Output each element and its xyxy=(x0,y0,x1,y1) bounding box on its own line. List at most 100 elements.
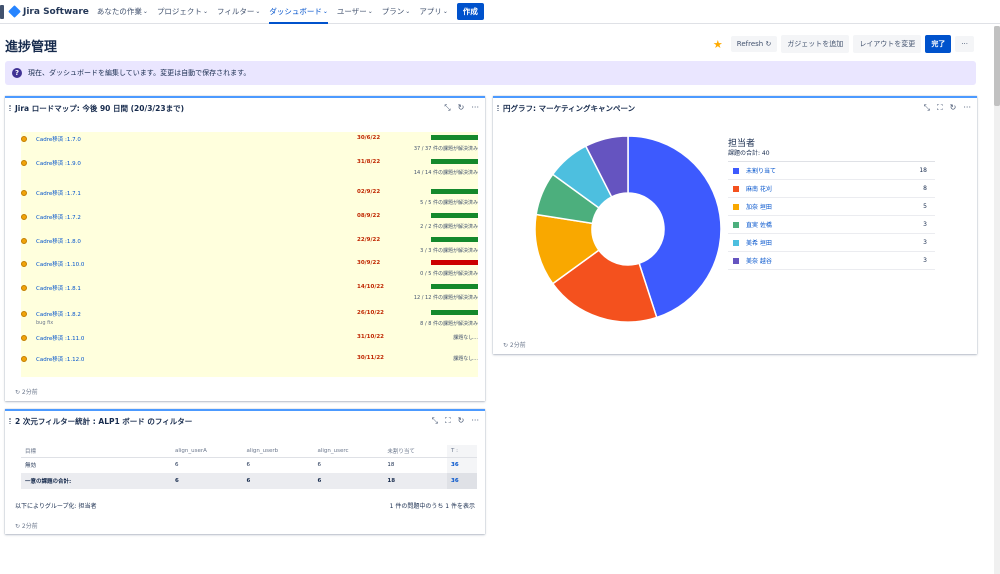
version-link[interactable]: Cadre移済 :1.10.0 xyxy=(36,260,84,268)
more-icon[interactable]: ··· xyxy=(471,103,479,113)
edit-mode-banner: ? 現在、ダッシュボードを編集しています。変更は自動で保存されます。 xyxy=(5,61,976,85)
roadmap-row: Cadre移済 :1.8.1 14/10/22 12 / 12 件の課題が解決済み xyxy=(21,283,478,305)
jira-logo[interactable]: Jira Software xyxy=(8,5,89,18)
chevron-down-icon: ⌄ xyxy=(202,8,208,15)
table-cell: 6 xyxy=(171,473,243,489)
version-link[interactable]: Cadre移済 :1.7.1 xyxy=(36,189,81,197)
nav-your-work[interactable]: あなたの作業 ⌄ xyxy=(97,0,148,24)
legend-label[interactable]: 美希 垣田 xyxy=(746,238,772,247)
nav-label: フィルター xyxy=(216,7,255,16)
star-icon[interactable]: ★ xyxy=(713,38,723,51)
legend-table: 未割り当て 18 麻南 花刈 8 加奈 垣田 5 直実 佐橋 3 美希 垣田 3 美奈 越谷 3 xyxy=(728,161,935,270)
roadmap-row: Cadre移済 :1.7.2 08/9/22 2 / 2 件の課題が解決済み xyxy=(21,212,478,234)
maximize-icon[interactable]: ⛶ xyxy=(445,416,451,426)
nav-label: ユーザー xyxy=(336,7,367,16)
more-icon[interactable]: ··· xyxy=(963,103,971,113)
progress-bar xyxy=(431,135,478,140)
header-actions: ★ Refresh ↻ ガジェットを追加 レイアウトを変更 完了 ··· xyxy=(713,35,974,53)
version-link[interactable]: Cadre移済 :1.11.0 xyxy=(36,334,84,342)
table-cell[interactable]: 18 xyxy=(383,457,447,473)
legend-label[interactable]: 未割り当て xyxy=(746,166,776,175)
version-link[interactable]: Cadre移済 :1.7.2 xyxy=(36,213,81,221)
issue-status: 37 / 37 件の課題が解決済み xyxy=(413,146,478,152)
scrollbar-thumb[interactable] xyxy=(994,26,1000,106)
column-header[interactable]: T : xyxy=(447,445,477,458)
release-date: 14/10/22 xyxy=(357,284,384,290)
refresh-icon[interactable]: ↻ xyxy=(458,416,465,426)
version-link[interactable]: Cadre移済 :1.8.0 xyxy=(36,237,81,245)
refresh-button[interactable]: Refresh ↻ xyxy=(730,36,778,52)
progress-bar xyxy=(431,159,478,164)
version-link[interactable]: Cadre移済 :1.12.0 xyxy=(36,355,84,363)
gadget-tools: ⤡ ⛶ ↻ ··· xyxy=(432,416,479,426)
column-header[interactable]: align_userb xyxy=(242,445,314,458)
roadmap-row: Cadre移済 :1.12.0 30/11/22 課題なし... xyxy=(21,354,478,376)
drag-handle-icon[interactable] xyxy=(9,418,11,424)
page-scrollbar[interactable] xyxy=(994,26,1000,574)
version-link[interactable]: Cadre移済 :1.7.0 xyxy=(36,135,81,143)
drag-handle-icon[interactable] xyxy=(9,105,11,111)
legend-label[interactable]: 美奈 越谷 xyxy=(746,256,772,265)
release-date: 22/9/22 xyxy=(357,237,381,243)
refresh-icon[interactable]: ↻ xyxy=(458,103,465,113)
version-description: bug fix xyxy=(36,320,54,326)
top-navigation: Jira Software あなたの作業 ⌄ プロジェクト ⌄ フィルター ⌄ ダッシ… xyxy=(0,0,1000,24)
nav-dashboards[interactable]: ダッシュボード ⌄ xyxy=(269,0,328,24)
table-cell[interactable]: 6 xyxy=(313,457,383,473)
table-total-row: 一意の課題の合計: 6 6 6 18 36 xyxy=(21,473,477,489)
minimize-icon[interactable]: ⤡ xyxy=(444,103,450,113)
release-date: 30/9/22 xyxy=(357,260,381,266)
column-header[interactable]: 目標 xyxy=(21,445,171,458)
minimize-icon[interactable]: ⤡ xyxy=(432,416,438,426)
refresh-icon[interactable]: ↻ xyxy=(950,103,957,113)
nav-filters[interactable]: フィルター ⌄ xyxy=(217,0,260,24)
gadget-tools: ⤡ ↻ ··· xyxy=(444,103,479,113)
legend-label[interactable]: 加奈 垣田 xyxy=(746,202,772,211)
issue-status: 課題なし... xyxy=(453,335,478,341)
gadget-title: 円グラフ: マーケティングキャンペーン xyxy=(503,103,636,113)
maximize-icon[interactable]: ⛶ xyxy=(937,103,943,113)
table-cell[interactable]: 36 xyxy=(447,473,477,489)
nav-plans[interactable]: プラン ⌄ xyxy=(382,0,411,24)
change-layout-button[interactable]: レイアウトを変更 xyxy=(853,35,922,53)
create-button[interactable]: 作成 xyxy=(456,3,484,20)
table-cell[interactable]: 6 xyxy=(171,457,242,473)
done-button[interactable]: 完了 xyxy=(925,35,952,53)
progress-bar xyxy=(431,213,478,218)
pie-chart xyxy=(534,135,722,323)
nav-label: アプリ xyxy=(419,7,442,16)
legend-label[interactable]: 麻南 花刈 xyxy=(746,184,772,193)
gadget-title: 2 次元フィルター統計 : ALP1 ボード のフィルター xyxy=(15,416,193,426)
nav-projects[interactable]: プロジェクト ⌄ xyxy=(157,0,208,24)
more-icon[interactable]: ··· xyxy=(471,416,479,426)
roadmap-row: Cadre移済 :1.9.0 31/8/22 14 / 14 件の課題が解決済み xyxy=(21,158,478,180)
progress-bar xyxy=(431,284,478,289)
gadget-header: 2 次元フィルター統計 : ALP1 ボード のフィルター ⤡ ⛶ ↻ ··· xyxy=(5,411,485,431)
roadmap-row: Cadre移済 :1.7.1 02/9/22 5 / 5 件の課題が解決済み xyxy=(21,188,478,210)
version-link[interactable]: Cadre移済 :1.9.0 xyxy=(36,159,81,167)
roadmap-row: Cadre移済 :1.8.2 bug fix 26/10/22 8 / 8 件の課題が… xyxy=(21,309,478,331)
nav-label: プラン xyxy=(381,7,405,16)
app-switcher-icon[interactable] xyxy=(0,4,4,19)
legend-label[interactable]: 直実 佐橋 xyxy=(746,220,772,229)
table-cell[interactable]: 6 xyxy=(242,457,313,473)
legend-value: 3 xyxy=(923,257,927,264)
version-link[interactable]: Cadre移済 :1.8.1 xyxy=(36,284,81,292)
more-button[interactable]: ··· xyxy=(955,36,974,52)
add-gadget-button[interactable]: ガジェットを追加 xyxy=(781,35,850,53)
nav-apps[interactable]: アプリ ⌄ xyxy=(419,0,448,24)
progress-bar xyxy=(431,237,478,242)
minimize-icon[interactable]: ⤡ xyxy=(924,103,930,113)
table-cell[interactable]: 36 xyxy=(447,457,477,473)
column-header[interactable]: align_userA xyxy=(171,445,243,458)
column-header[interactable]: align_userc xyxy=(313,445,384,458)
version-icon xyxy=(21,356,27,362)
gadget-title: Jira ロードマップ: 今後 90 日間 (20/3/23まで) xyxy=(15,103,185,113)
chevron-down-icon: ⌄ xyxy=(322,8,328,15)
drag-handle-icon[interactable] xyxy=(497,105,499,111)
chevron-down-icon: ⌄ xyxy=(142,8,148,15)
nav-people[interactable]: ユーザー ⌄ xyxy=(337,0,373,24)
legend-value: 3 xyxy=(923,239,927,246)
column-header[interactable]: 未割り当て xyxy=(383,445,447,458)
version-link[interactable]: Cadre移済 :1.8.2 xyxy=(36,310,81,318)
